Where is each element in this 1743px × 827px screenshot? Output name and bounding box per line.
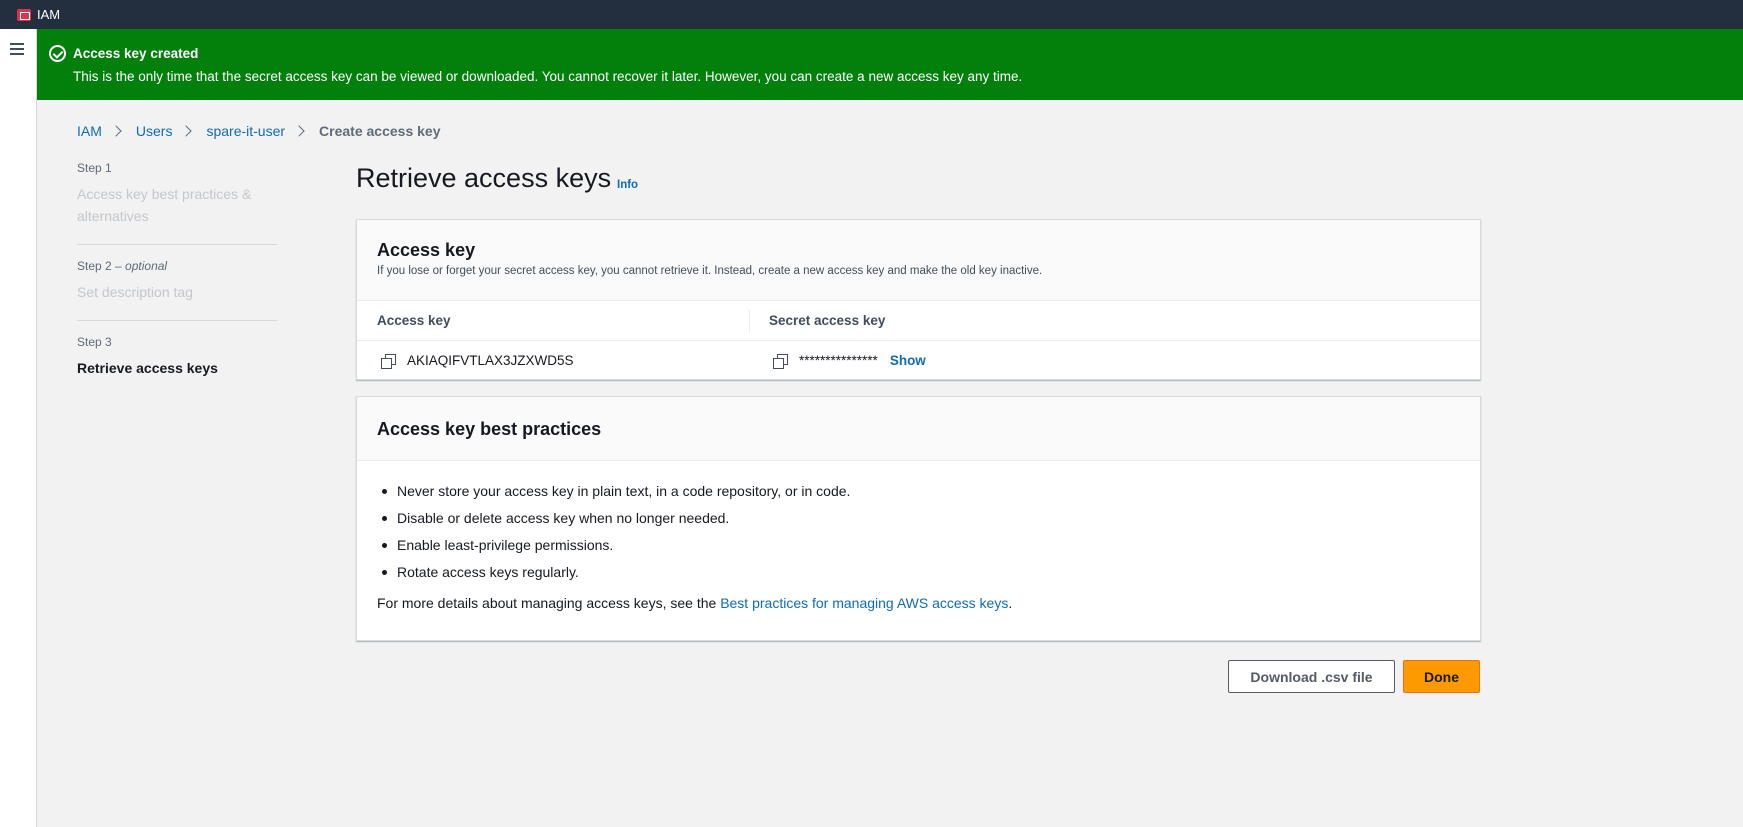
container-description: If you lose or forget your secret access… [377, 265, 1043, 277]
page-title: Retrieve access keys [356, 163, 612, 193]
column-header: Access key [357, 301, 749, 341]
done-button[interactable]: Done [1403, 660, 1480, 693]
step-title: Set description tag [77, 284, 193, 300]
top-navigation-bar: IAM [0, 0, 1743, 29]
step-title: Retrieve access keys [77, 360, 218, 376]
more-suffix: . [1008, 595, 1013, 611]
container-title: Access key [377, 240, 476, 260]
secret-key-column: Secret access key *************** Show [749, 301, 1480, 380]
chevron-right-icon [293, 125, 305, 137]
chevron-right-icon [180, 125, 193, 137]
breadcrumb: IAM Users spare-it-user Create access ke… [77, 123, 440, 139]
iam-service-icon[interactable] [17, 8, 31, 21]
container-header: Access key If you lose or forget your se… [357, 220, 1480, 301]
more-prefix: For more details about managing access k… [377, 595, 721, 611]
list-item: Enable least-privilege permissions. [377, 537, 1460, 564]
wizard-step-2: Step 2 – optional Set description tag [77, 259, 277, 321]
menu-icon[interactable] [10, 43, 24, 55]
access-key-cell: AKIAQIFVTLAX3JZXWD5S [357, 341, 749, 380]
container-header: Access key best practices [357, 397, 1480, 461]
container-body: Never store your access key in plain tex… [357, 461, 1480, 611]
show-secret-link[interactable]: Show [890, 353, 926, 368]
success-flash-banner: Access key created This is the only time… [37, 29, 1743, 100]
wizard-step-3: Step 3 Retrieve access keys [77, 335, 277, 396]
list-item: Never store your access key in plain tex… [377, 483, 1460, 510]
best-practices-container: Access key best practices Never store yo… [356, 396, 1481, 641]
best-practices-link[interactable]: Best practices for managing AWS access k… [720, 595, 1008, 611]
container-title: Access key best practices [377, 419, 602, 439]
access-key-id: AKIAQIFVTLAX3JZXWD5S [407, 353, 574, 368]
wizard-step-1: Step 1 Access key best practices & alter… [77, 161, 277, 245]
more-details-text: For more details about managing access k… [377, 595, 1460, 611]
copy-icon[interactable] [381, 353, 396, 369]
secret-key-cell: *************** Show [749, 341, 1480, 380]
flash-title: Access key created [73, 46, 199, 61]
secret-key-masked: *************** [799, 353, 878, 368]
chevron-right-icon [110, 125, 122, 137]
wizard-steps: Step 1 Access key best practices & alter… [77, 161, 277, 410]
column-header: Secret access key [749, 301, 1480, 341]
list-item: Disable or delete access key when no lon… [377, 510, 1460, 537]
list-item: Rotate access keys regularly. [377, 564, 1460, 591]
step-number: Step 2 [77, 259, 112, 273]
step-optional: optional [125, 259, 168, 273]
access-key-table: Access key AKIAQIFVTLAX3JZXWD5S Secret a… [357, 301, 1480, 380]
breadcrumb-current: Create access key [319, 123, 441, 139]
info-link[interactable]: Info [617, 179, 638, 191]
download-csv-button[interactable]: Download .csv file [1228, 660, 1395, 693]
best-practices-list: Never store your access key in plain tex… [377, 483, 1460, 591]
step-label: Step 2 – optional [77, 259, 168, 273]
breadcrumb-user[interactable]: spare-it-user [206, 123, 285, 139]
breadcrumb-users[interactable]: Users [136, 123, 173, 139]
success-check-icon [49, 45, 66, 62]
breadcrumb-iam[interactable]: IAM [77, 123, 102, 139]
step-label: Step 1 [77, 161, 112, 175]
flash-message: This is the only time that the secret ac… [73, 69, 1023, 84]
access-key-container: Access key If you lose or forget your se… [356, 219, 1481, 380]
service-name[interactable]: IAM [37, 7, 60, 22]
left-navigation-rail [0, 29, 37, 827]
copy-icon[interactable] [773, 353, 788, 369]
step-label: Step 3 [77, 335, 112, 349]
access-key-column: Access key AKIAQIFVTLAX3JZXWD5S [357, 301, 749, 380]
step-title: Access key best practices & alternatives [77, 186, 252, 224]
